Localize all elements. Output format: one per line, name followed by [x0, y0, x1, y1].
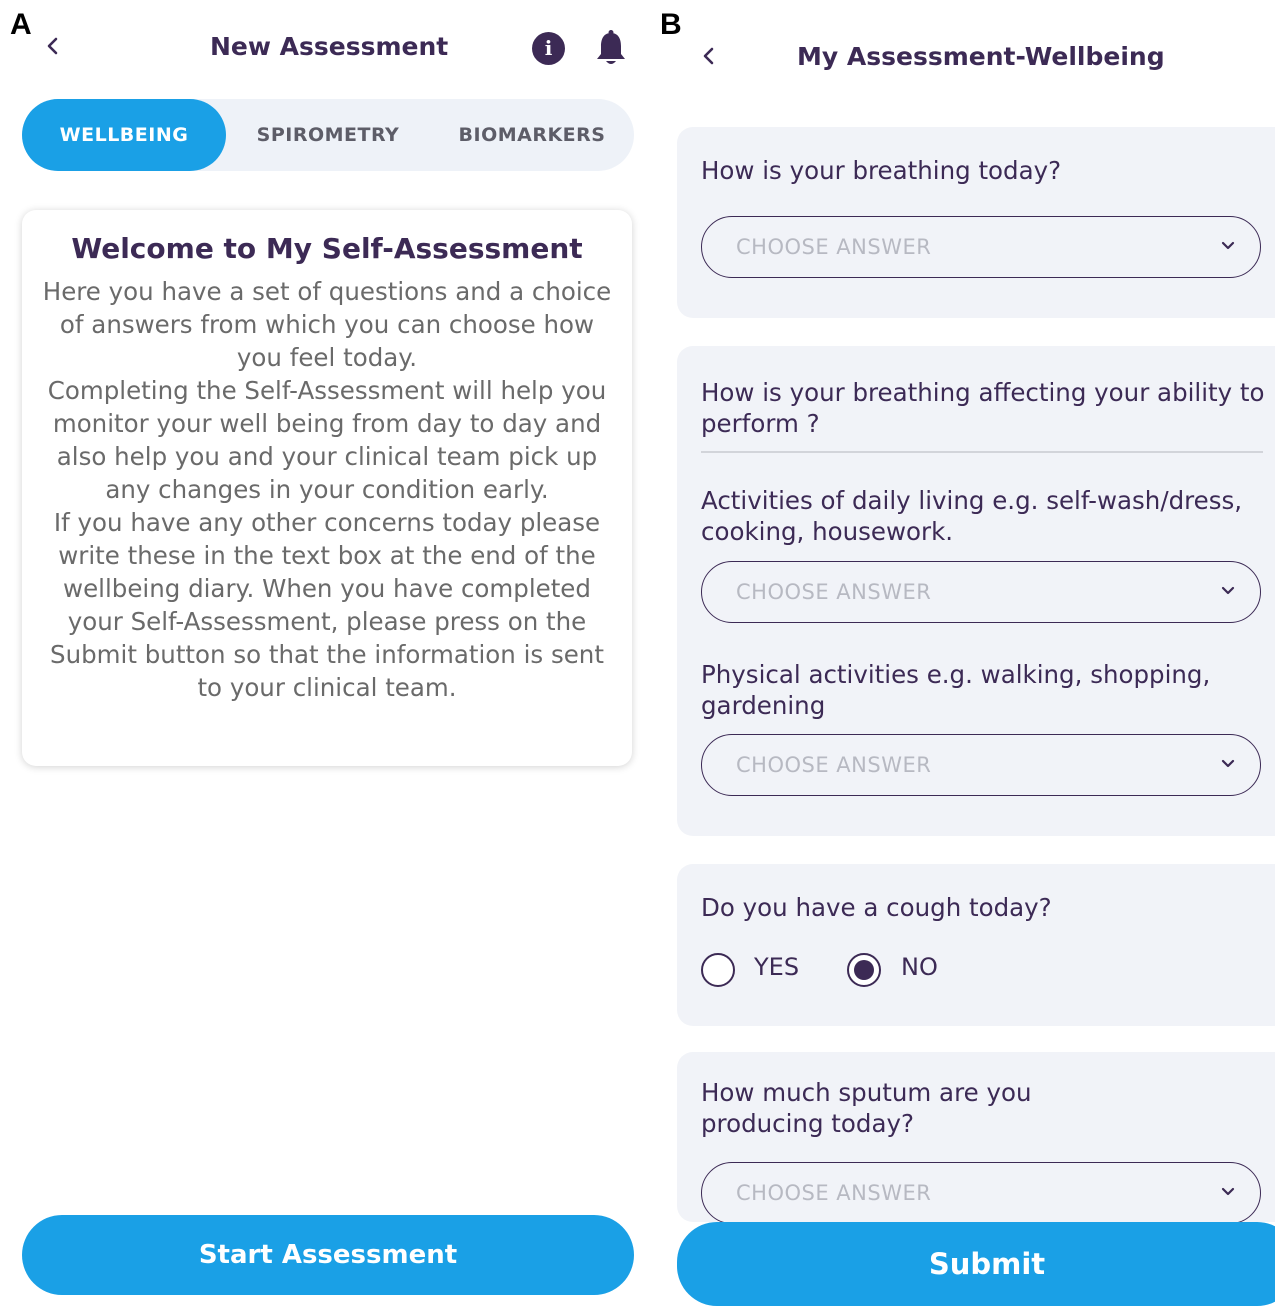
- page-title: New Assessment: [210, 32, 449, 61]
- question-card: How is your breathing affecting your abi…: [677, 346, 1275, 836]
- radio-selected-dot: [854, 960, 874, 980]
- info-icon[interactable]: i: [532, 32, 565, 65]
- sub-question-text: Activities of daily living e.g. self-was…: [701, 486, 1243, 546]
- tab-wellbeing[interactable]: WELLBEING: [22, 99, 226, 171]
- welcome-card: Welcome to My Self-Assessment Here you h…: [22, 210, 632, 766]
- back-icon[interactable]: [44, 37, 62, 55]
- question-text: How is your breathing today?: [701, 156, 1062, 185]
- chevron-down-icon: [1221, 586, 1235, 595]
- back-icon[interactable]: [700, 47, 718, 65]
- panel-label-b: B: [660, 8, 682, 41]
- bell-icon[interactable]: [594, 30, 628, 68]
- question-text: How much sputum are you producing today?: [701, 1078, 1032, 1138]
- question-card: Do you have a cough today? YES NO: [677, 864, 1275, 1026]
- panel-label-a: A: [10, 8, 32, 41]
- page-title: My Assessment-Wellbeing: [797, 42, 1165, 71]
- select-placeholder: CHOOSE ANSWER: [736, 753, 932, 777]
- sub-question-text: Physical activities e.g. walking, shoppi…: [701, 660, 1211, 720]
- chevron-down-icon: [1221, 759, 1235, 768]
- tab-biomarkers[interactable]: BIOMARKERS: [430, 99, 634, 171]
- select-placeholder: CHOOSE ANSWER: [736, 580, 932, 604]
- question-text: How is your breathing affecting your abi…: [701, 378, 1265, 438]
- chevron-down-icon: [1221, 1187, 1235, 1196]
- question-card: How much sputum are you producing today?…: [677, 1052, 1275, 1224]
- radio-label-no: NO: [901, 953, 938, 981]
- select-placeholder: CHOOSE ANSWER: [736, 1181, 932, 1205]
- answer-select[interactable]: CHOOSE ANSWER: [701, 216, 1261, 278]
- select-placeholder: CHOOSE ANSWER: [736, 235, 932, 259]
- divider: [701, 451, 1263, 453]
- start-assessment-button[interactable]: Start Assessment: [22, 1215, 634, 1295]
- welcome-text: Here you have a set of questions and a c…: [42, 277, 612, 702]
- answer-select[interactable]: CHOOSE ANSWER: [701, 734, 1261, 796]
- question-text: Do you have a cough today?: [701, 893, 1052, 922]
- submit-button[interactable]: Submit: [677, 1222, 1275, 1306]
- assessment-tabs: WELLBEING SPIROMETRY BIOMARKERS: [22, 99, 634, 171]
- answer-select[interactable]: CHOOSE ANSWER: [701, 1162, 1261, 1224]
- radio-yes[interactable]: [701, 953, 735, 987]
- radio-no[interactable]: [847, 953, 881, 987]
- tab-spirometry[interactable]: SPIROMETRY: [226, 99, 430, 171]
- radio-label-yes: YES: [754, 953, 800, 981]
- chevron-down-icon: [1221, 241, 1235, 250]
- answer-select[interactable]: CHOOSE ANSWER: [701, 561, 1261, 623]
- welcome-title: Welcome to My Self-Assessment: [71, 232, 583, 265]
- question-card: How is your breathing today? CHOOSE ANSW…: [677, 127, 1275, 318]
